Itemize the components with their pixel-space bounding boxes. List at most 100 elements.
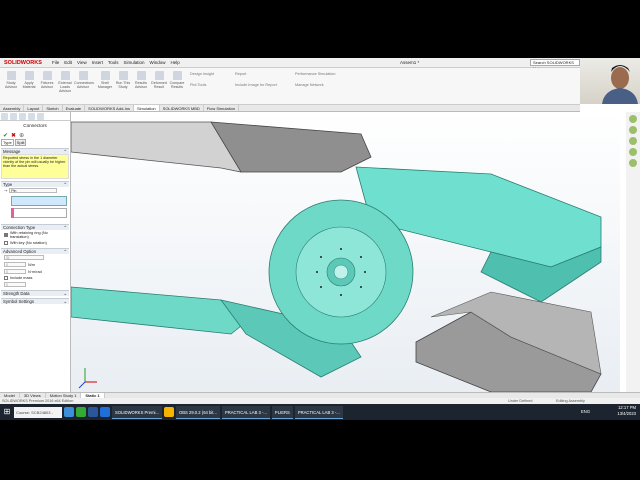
apply-material-button[interactable]: Apply Material — [20, 71, 38, 89]
axial-stiffness-input[interactable]: 0 — [4, 262, 26, 267]
second-faces-selection[interactable] — [11, 208, 67, 218]
panel-actions: ✔ ✖ ⊕ — [0, 131, 70, 139]
taskbar-obs[interactable]: OBS 29.0.2 (64 bit... — [175, 405, 220, 419]
run-icon — [118, 71, 128, 80]
message-header-label: Message — [3, 149, 21, 154]
collapse-icon: ⌃ — [63, 149, 67, 154]
pin — [333, 264, 349, 280]
study-advisor-button[interactable]: Study Advisor — [2, 71, 20, 89]
retaining-ring-checkbox[interactable] — [4, 233, 8, 237]
taskbar-practical-lab-1[interactable]: PRACTICAL LAB 3 -... — [221, 405, 270, 419]
symbol-settings-header[interactable]: Symbol Settings ⌄ — [1, 298, 69, 304]
search-help-input[interactable]: Search SOLIDWORKS Help — [530, 59, 580, 71]
custom-properties-icon[interactable] — [629, 159, 637, 167]
pliers-model[interactable] — [71, 112, 620, 392]
taskbar-practical-lab-2[interactable]: PRACTICAL LAB 3 -... — [294, 405, 343, 419]
design-library-icon[interactable] — [629, 126, 637, 134]
fixture-icon — [42, 71, 52, 80]
menu-view[interactable]: View — [77, 60, 87, 65]
manage-network-button[interactable]: Manage Network — [295, 83, 324, 87]
word-icon[interactable] — [88, 407, 98, 417]
menu-window[interactable]: Window — [150, 60, 166, 65]
browser-icon[interactable] — [64, 407, 74, 417]
include-mass-checkbox[interactable] — [4, 276, 8, 280]
file-explorer-icon[interactable] — [629, 137, 637, 145]
tab-assembly[interactable]: Assembly — [0, 105, 25, 111]
connector-type-select[interactable]: ⊸ Pin — [1, 187, 69, 194]
units-row: SI — [1, 254, 69, 261]
type-section: Type ⌃ ⊸ Pin — [1, 181, 69, 218]
compare-results-button[interactable]: Compare Results — [168, 71, 186, 89]
windows-start-icon[interactable]: ⊞ — [2, 407, 12, 417]
deformed-result-button[interactable]: Deformed Result — [150, 71, 168, 89]
ok-check-icon[interactable]: ✔ — [3, 132, 8, 139]
feature-tree-icon[interactable] — [1, 113, 8, 120]
pin-icon: ⊸ — [4, 189, 8, 193]
fixtures-advisor-button[interactable]: Fixtures Advisor — [38, 71, 56, 89]
tab-simulation[interactable]: Simulation — [133, 105, 160, 111]
message-section: Message ⌃ Reported stress in the 1 diamet… — [1, 148, 69, 179]
units-select[interactable]: SI — [4, 255, 44, 260]
taskbar-search[interactable]: Course: SCB24803 - — [14, 406, 62, 418]
panel-toolbar — [0, 112, 70, 121]
run-study-button[interactable]: Run This Study — [114, 71, 132, 89]
mass-input[interactable]: 0 — [4, 282, 26, 287]
tab-flow-simulation[interactable]: Flow Simulation — [204, 105, 240, 111]
results-advisor-button[interactable]: Results Advisor — [132, 71, 150, 89]
cancel-x-icon[interactable]: ✖ — [11, 132, 16, 139]
design-insight-button[interactable]: Design Insight — [190, 72, 214, 76]
taskbar-solidworks[interactable]: SOLIDWORKS Premi... — [112, 405, 162, 419]
panel-tabs: Type Split — [0, 139, 70, 146]
property-manager-icon[interactable] — [10, 113, 17, 120]
clock[interactable]: 12:17 PM 13/4/2023 — [617, 405, 636, 417]
tab-evaluate[interactable]: Evaluate — [63, 105, 86, 111]
axial-stiffness-row: 0 N/m — [1, 261, 69, 268]
tab-addins[interactable]: SOLIDWORKS Add-Ins — [85, 105, 134, 111]
strength-data-header[interactable]: Strength Data ⌄ — [1, 290, 69, 296]
outlook-icon[interactable] — [100, 407, 110, 417]
spotify-icon[interactable] — [76, 407, 86, 417]
tab-sketch[interactable]: Sketch — [43, 105, 63, 111]
appearances-icon[interactable] — [629, 148, 637, 156]
cylindrical-faces-selection[interactable] — [11, 196, 67, 206]
external-loads-button[interactable]: External Loads Advisor — [56, 71, 74, 93]
menu-tools[interactable]: Tools — [108, 60, 119, 65]
tab-type[interactable]: Type — [1, 139, 14, 146]
tab-mbd[interactable]: SOLIDWORKS MBD — [160, 105, 204, 111]
rotational-stiffness-input[interactable]: 0 — [4, 269, 26, 274]
display-manager-icon[interactable] — [37, 113, 44, 120]
pushpin-icon[interactable]: ⊕ — [19, 132, 24, 139]
shell-icon — [100, 71, 110, 80]
connections-advisor-button[interactable]: Connections Advisor — [74, 71, 94, 89]
tab-layout[interactable]: Layout — [24, 105, 44, 111]
connection-type-section: Connection Type ⌃ With retaining ring (No… — [1, 224, 69, 246]
performance-simulation-button[interactable]: Performance Simulation — [295, 72, 336, 76]
menu-simulation[interactable]: Simulation — [124, 60, 145, 65]
key-checkbox[interactable] — [4, 241, 8, 245]
menu-edit[interactable]: Edit — [64, 60, 72, 65]
config-manager-icon[interactable] — [19, 113, 26, 120]
fixtures-advisor-label: Fixtures Advisor — [40, 81, 54, 89]
results-icon — [136, 71, 146, 80]
tab-split[interactable]: Split — [14, 139, 27, 146]
key-option[interactable]: With key (No rotation) — [1, 240, 69, 246]
menu-insert[interactable]: Insert — [92, 60, 103, 65]
property-manager: Connectors ✔ ✖ ⊕ Type Split Message ⌃ Rep… — [0, 112, 71, 392]
expand-icon: ⌄ — [63, 299, 67, 304]
axial-unit: N/m — [28, 262, 35, 267]
language-indicator[interactable]: ENG — [581, 409, 590, 414]
explorer-icon[interactable] — [163, 407, 174, 417]
report-button[interactable]: Report — [235, 72, 246, 76]
menu-help[interactable]: Help — [171, 60, 180, 65]
home-icon[interactable] — [629, 115, 637, 123]
taskbar-pliers[interactable]: PLIERS — [271, 405, 293, 419]
menu-file[interactable]: File — [52, 60, 59, 65]
shell-manager-button[interactable]: Shell Manager — [96, 71, 114, 89]
expand-icon: ⌄ — [63, 291, 67, 296]
plot-tools-button[interactable]: Plot Tools — [190, 83, 206, 87]
include-image-button[interactable]: Include Image for Report — [235, 83, 277, 87]
retaining-ring-option[interactable]: With retaining ring (No translation) — [1, 230, 69, 240]
dimxpert-icon[interactable] — [28, 113, 35, 120]
rotational-unit: N·m/rad — [28, 269, 42, 274]
graphics-area[interactable] — [71, 112, 620, 392]
